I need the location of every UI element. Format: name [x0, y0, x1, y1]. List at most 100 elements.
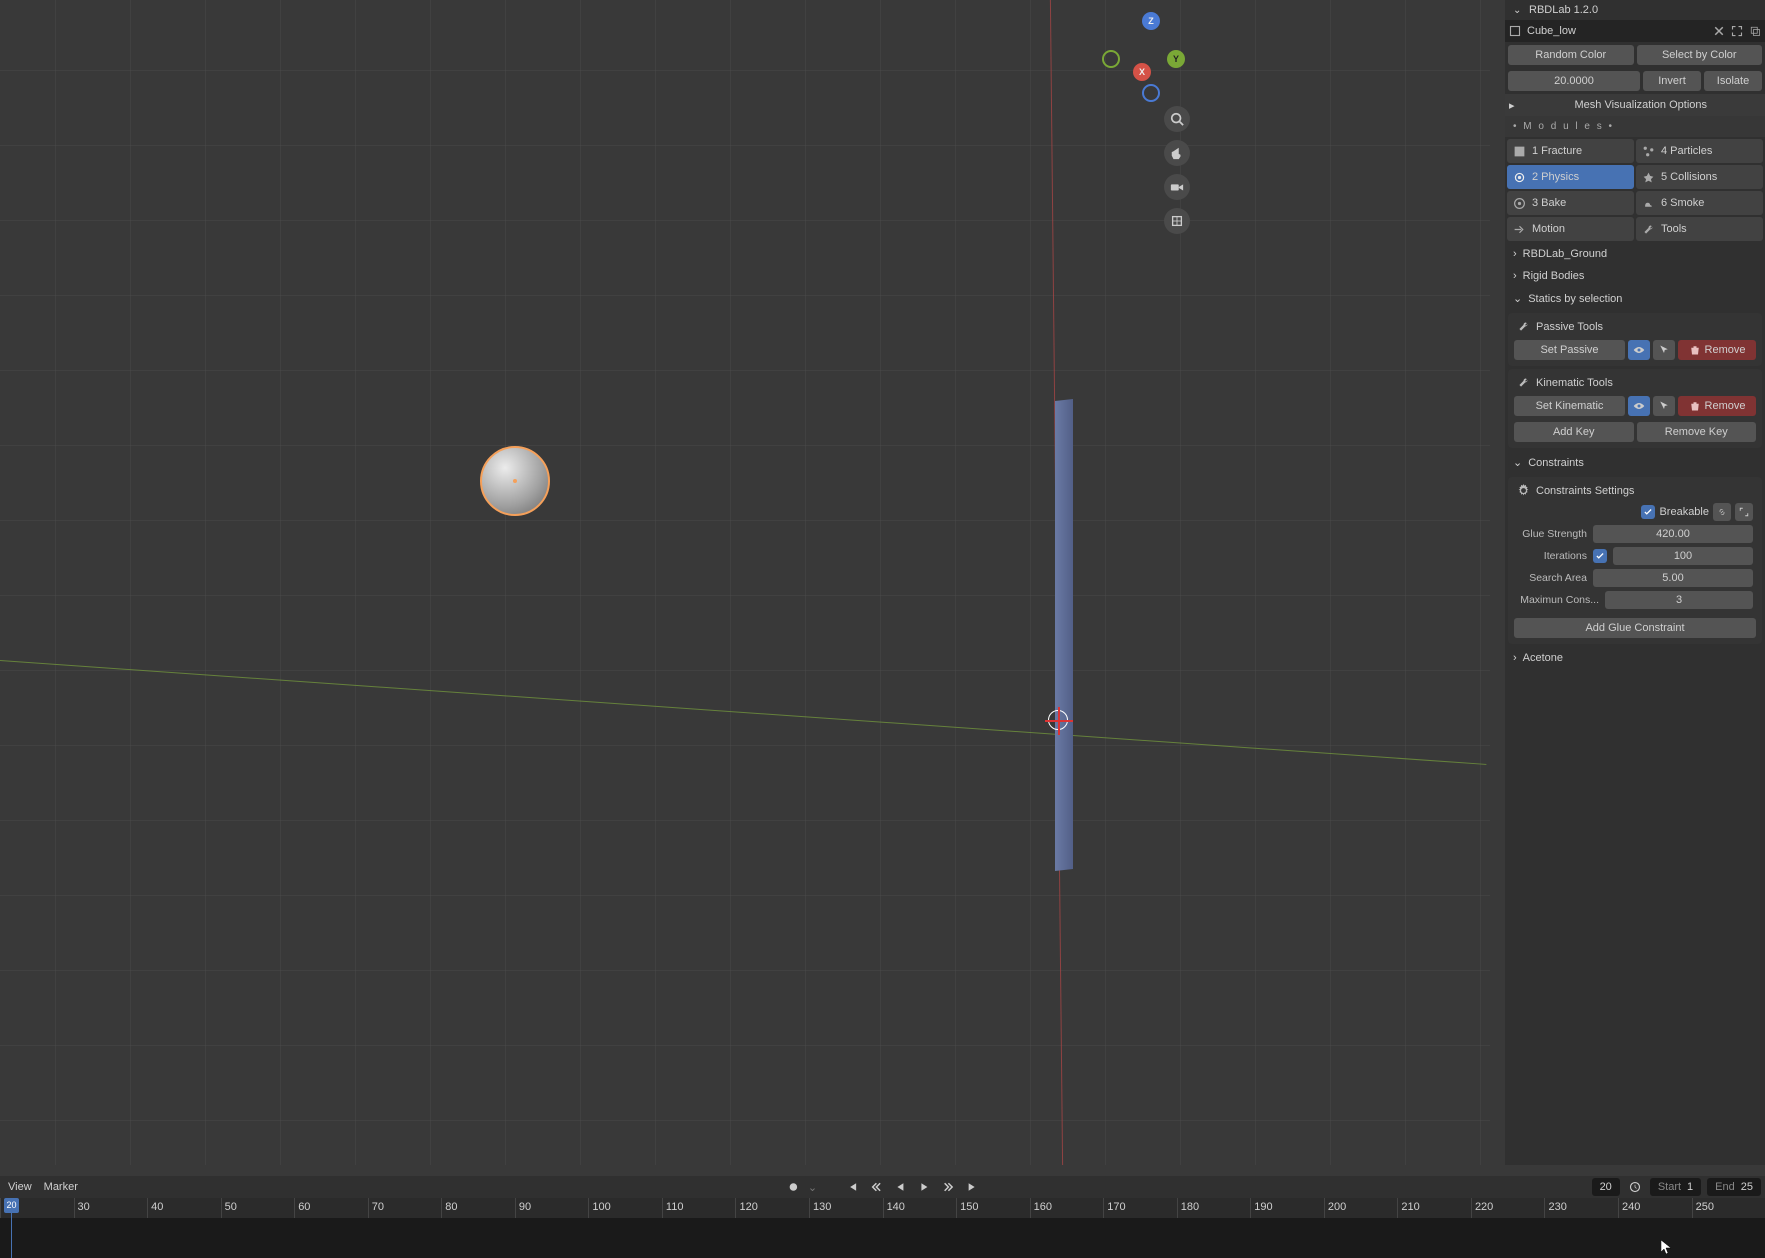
select-by-color-button[interactable]: Select by Color — [1637, 45, 1763, 65]
ruler-tick: 50 — [221, 1198, 295, 1218]
chevron-right-icon: › — [1513, 248, 1517, 260]
angle-value-field[interactable]: 20.0000 — [1508, 71, 1640, 91]
module-physics[interactable]: 2 Physics — [1507, 165, 1634, 189]
glue-strength-label: Glue Strength — [1517, 528, 1587, 540]
jump-start-button[interactable] — [843, 1178, 861, 1196]
pan-tool-icon[interactable] — [1164, 140, 1190, 166]
glue-strength-field[interactable]: 420.00 — [1593, 525, 1753, 543]
eye-toggle-kinematic[interactable] — [1628, 396, 1650, 416]
constraints-section-toggle[interactable]: ⌄Constraints — [1505, 451, 1765, 474]
gizmo-neg-y[interactable] — [1102, 50, 1120, 68]
current-frame-field[interactable]: 20 — [1592, 1178, 1620, 1196]
eye-toggle-passive[interactable] — [1628, 340, 1650, 360]
mesh-wall-object[interactable] — [1055, 399, 1073, 871]
remove-passive-button[interactable]: Remove — [1678, 340, 1756, 360]
iterations-field[interactable]: 100 — [1613, 547, 1753, 565]
mesh-sphere-object[interactable] — [480, 446, 550, 516]
ruler-tick: 170 — [1103, 1198, 1177, 1218]
play-button[interactable] — [915, 1178, 933, 1196]
keyframe-next-button[interactable] — [939, 1178, 957, 1196]
module-smoke[interactable]: 6 Smoke — [1636, 191, 1763, 215]
add-key-button[interactable]: Add Key — [1514, 422, 1634, 442]
ruler-tick: 240 — [1618, 1198, 1692, 1218]
gizmo-neg-z[interactable] — [1142, 84, 1160, 102]
set-kinematic-button[interactable]: Set Kinematic — [1514, 396, 1625, 416]
ruler-tick: 80 — [441, 1198, 515, 1218]
rbdlab-panel: ⌄ RBDLab 1.2.0 Cube_low Random Color Sel… — [1505, 0, 1765, 1165]
camera-tool-icon[interactable] — [1164, 174, 1190, 200]
iterations-checkbox[interactable] — [1593, 549, 1607, 563]
timeline-view-menu[interactable]: View — [8, 1181, 32, 1193]
persp-tool-icon[interactable] — [1164, 208, 1190, 234]
chevron-right-icon: › — [1513, 652, 1517, 664]
gizmo-x-axis[interactable]: X — [1133, 63, 1151, 81]
jump-end-button[interactable] — [963, 1178, 981, 1196]
copy-icon[interactable] — [1749, 25, 1761, 37]
close-icon[interactable] — [1713, 25, 1725, 37]
chevron-right-icon: › — [1513, 270, 1517, 282]
expand-icon[interactable] — [1735, 503, 1753, 521]
rigid-bodies-section-toggle[interactable]: ›Rigid Bodies — [1505, 265, 1765, 287]
timeline-editor: View Marker ⌄ 20 Start1 End25 2030405060… — [0, 1176, 1765, 1258]
fullscreen-icon[interactable] — [1731, 25, 1743, 37]
ruler-tick: 250 — [1692, 1198, 1765, 1218]
ruler-tick: 150 — [956, 1198, 1030, 1218]
timeline-marker-menu[interactable]: Marker — [44, 1181, 78, 1193]
start-frame-field[interactable]: Start1 — [1650, 1178, 1701, 1196]
navigation-gizmo[interactable]: Z Y X — [1100, 10, 1185, 95]
auto-key-toggle[interactable] — [784, 1178, 802, 1196]
isolate-button[interactable]: Isolate — [1704, 71, 1762, 91]
clock-icon[interactable] — [1626, 1178, 1644, 1196]
set-passive-button[interactable]: Set Passive — [1514, 340, 1625, 360]
ruler-tick: 100 — [588, 1198, 662, 1218]
keyframe-prev-button[interactable] — [867, 1178, 885, 1196]
breakable-label: Breakable — [1659, 506, 1709, 518]
object-name-field[interactable]: Cube_low — [1527, 25, 1707, 37]
mesh-vis-label: Mesh Visualization Options — [1521, 99, 1761, 111]
play-reverse-button[interactable] — [891, 1178, 909, 1196]
breakable-checkbox[interactable] — [1641, 505, 1655, 519]
search-area-field[interactable]: 5.00 — [1593, 569, 1753, 587]
ruler-tick: 140 — [883, 1198, 957, 1218]
ruler-tick: 110 — [662, 1198, 736, 1218]
module-bake[interactable]: 3 Bake — [1507, 191, 1634, 215]
chevron-down-icon: ⌄ — [1513, 292, 1522, 305]
acetone-section-toggle[interactable]: ›Acetone — [1505, 647, 1765, 669]
remove-kinematic-button[interactable]: Remove — [1678, 396, 1756, 416]
constraints-settings-section: Constraints Settings Breakable Glue Stre… — [1508, 477, 1762, 644]
random-color-button[interactable]: Random Color — [1508, 45, 1634, 65]
ruler-tick: 70 — [368, 1198, 442, 1218]
cursor-toggle-passive[interactable] — [1653, 340, 1675, 360]
mesh-vis-expander[interactable]: ▸ Mesh Visualization Options — [1505, 94, 1765, 116]
wrench-icon — [1517, 320, 1530, 333]
trash-icon — [1689, 344, 1701, 356]
link-icon[interactable] — [1713, 503, 1731, 521]
cursor-toggle-kinematic[interactable] — [1653, 396, 1675, 416]
zoom-tool-icon[interactable] — [1164, 106, 1190, 132]
statics-section-toggle[interactable]: ⌄Statics by selection — [1505, 287, 1765, 310]
module-fracture[interactable]: 1 Fracture — [1507, 139, 1634, 163]
timeline-track[interactable] — [0, 1218, 1765, 1258]
dropdown-icon[interactable]: ⌄ — [808, 1181, 817, 1194]
module-motion[interactable]: Motion — [1507, 217, 1634, 241]
module-tools[interactable]: Tools — [1636, 217, 1763, 241]
remove-key-button[interactable]: Remove Key — [1637, 422, 1757, 442]
ground-section-toggle[interactable]: ›RBDLab_Ground — [1505, 243, 1765, 265]
max-cons-field[interactable]: 3 — [1605, 591, 1753, 609]
end-frame-field[interactable]: End25 — [1707, 1178, 1761, 1196]
gizmo-z-axis[interactable]: Z — [1142, 12, 1160, 30]
ruler-tick: 180 — [1177, 1198, 1251, 1218]
viewport-3d[interactable]: Z Y X — [0, 0, 1490, 1165]
add-glue-constraint-button[interactable]: Add Glue Constraint — [1514, 618, 1756, 638]
gizmo-y-axis[interactable]: Y — [1167, 50, 1185, 68]
module-particles[interactable]: 4 Particles — [1636, 139, 1763, 163]
playback-controls: ⌄ — [784, 1176, 981, 1198]
trash-icon — [1689, 400, 1701, 412]
chevron-down-icon: ⌄ — [1513, 5, 1523, 16]
invert-button[interactable]: Invert — [1643, 71, 1701, 91]
timeline-ruler[interactable]: 2030405060708090100110120130140150160170… — [0, 1198, 1765, 1218]
mouse-cursor-icon — [1661, 1240, 1673, 1256]
module-collisions[interactable]: 5 Collisions — [1636, 165, 1763, 189]
playhead-marker[interactable]: 20 — [4, 1198, 19, 1213]
panel-header[interactable]: ⌄ RBDLab 1.2.0 — [1505, 0, 1765, 20]
